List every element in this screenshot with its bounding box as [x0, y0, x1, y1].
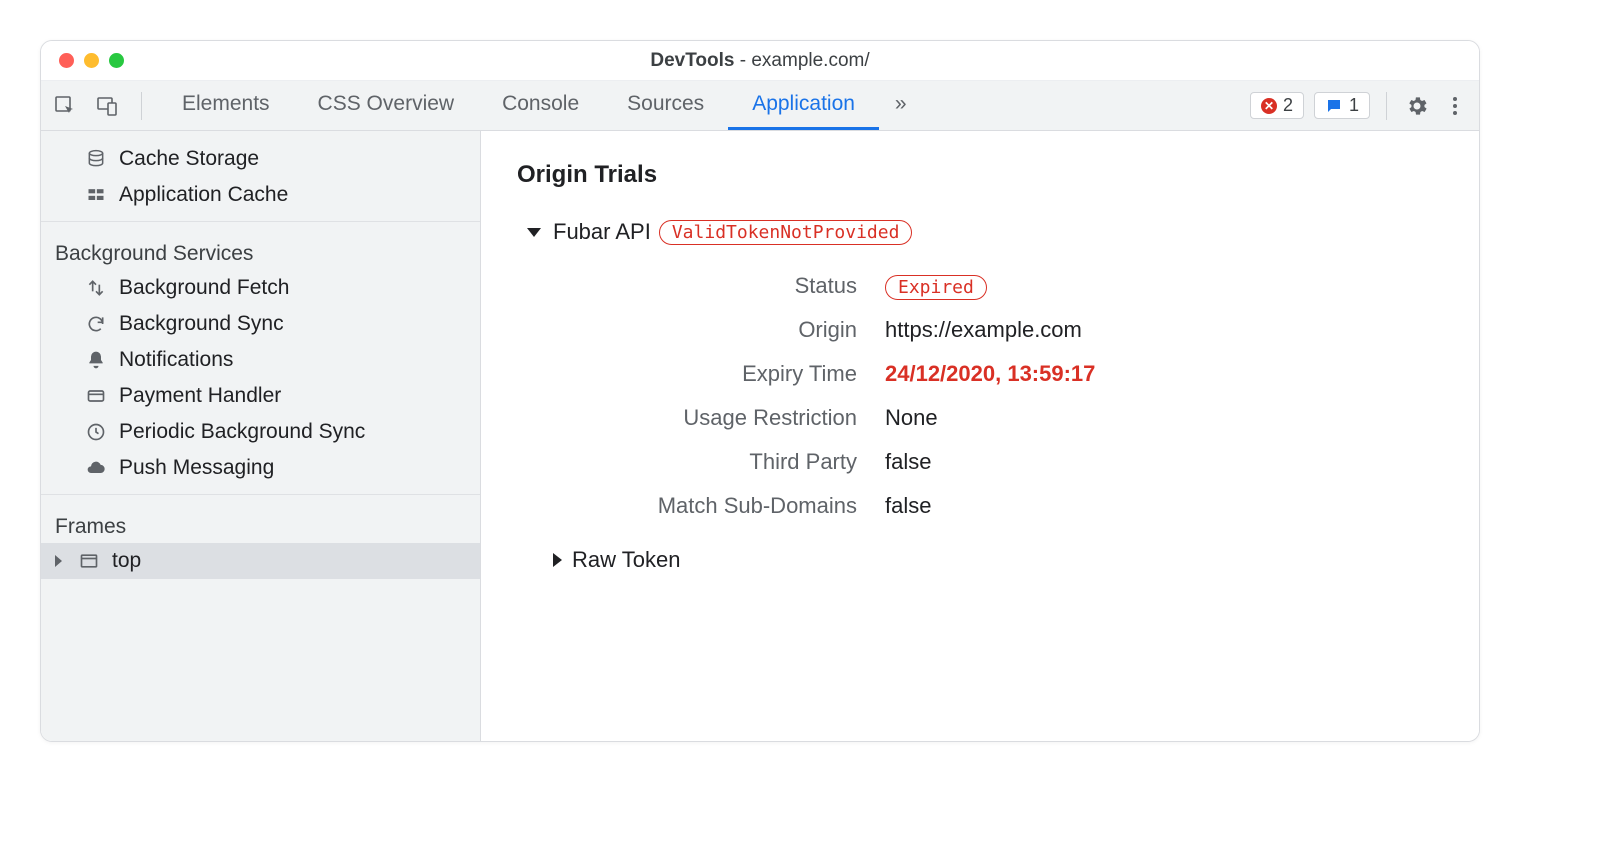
sidebar-item-frame-top[interactable]: top — [41, 543, 480, 579]
token-status-badge: ValidTokenNotProvided — [659, 220, 913, 245]
main-toolbar: Elements CSS Overview Console Sources Ap… — [41, 81, 1479, 131]
sync-icon — [85, 313, 107, 335]
sidebar-item-label: Notifications — [119, 348, 233, 372]
settings-icon[interactable] — [1403, 92, 1431, 120]
window-title-context: example.com/ — [751, 50, 869, 71]
raw-token-label: Raw Token — [572, 547, 680, 573]
sidebar-item-label: top — [112, 549, 141, 573]
message-icon — [1325, 97, 1343, 115]
window-title: DevTools - example.com/ — [41, 50, 1479, 72]
main-content: Origin Trials Fubar API ValidTokenNotPro… — [481, 131, 1479, 741]
sidebar-item-label: Push Messaging — [119, 456, 274, 480]
value-usage-restriction: None — [885, 405, 1443, 431]
panel-tabs: Elements CSS Overview Console Sources Ap… — [158, 81, 923, 130]
toolbar-divider — [141, 92, 142, 120]
disclosure-right-icon — [553, 553, 562, 567]
sidebar-item-label: Background Fetch — [119, 276, 289, 300]
page-title: Origin Trials — [517, 161, 1443, 189]
cloud-icon — [85, 457, 107, 479]
error-icon: ✕ — [1261, 98, 1277, 114]
device-toolbar-icon[interactable] — [93, 92, 121, 120]
sidebar-item-application-cache[interactable]: Application Cache — [41, 177, 480, 213]
status-badge: Expired — [885, 275, 987, 300]
sidebar-item-label: Periodic Background Sync — [119, 420, 365, 444]
sidebar-item-background-sync[interactable]: Background Sync — [41, 306, 480, 342]
label-match-sub-domains: Match Sub-Domains — [577, 493, 857, 519]
panel-body: Cache Storage Application Cache Backgrou… — [41, 131, 1479, 741]
grid-icon — [85, 184, 107, 206]
messages-badge[interactable]: 1 — [1314, 92, 1370, 119]
devtools-window: DevTools - example.com/ Elements CSS Ove… — [40, 40, 1480, 742]
messages-count: 1 — [1349, 95, 1359, 116]
titlebar: DevTools - example.com/ — [41, 41, 1479, 81]
sidebar-item-payment-handler[interactable]: Payment Handler — [41, 378, 480, 414]
label-third-party: Third Party — [577, 449, 857, 475]
errors-badge[interactable]: ✕ 2 — [1250, 92, 1304, 119]
tabs-overflow-button[interactable]: » — [879, 81, 923, 130]
application-sidebar: Cache Storage Application Cache Backgrou… — [41, 131, 481, 741]
sidebar-item-background-fetch[interactable]: Background Fetch — [41, 270, 480, 306]
value-expiry-time: 24/12/2020, 13:59:17 — [885, 361, 1443, 387]
close-window-button[interactable] — [59, 53, 74, 68]
sidebar-section-frames: Frames top — [41, 495, 480, 741]
sidebar-section-header: Frames — [41, 505, 480, 543]
database-icon — [85, 148, 107, 170]
value-third-party: false — [885, 449, 1443, 475]
bell-icon — [85, 349, 107, 371]
clock-icon — [85, 421, 107, 443]
tab-sources[interactable]: Sources — [603, 81, 728, 130]
frame-icon — [78, 550, 100, 572]
value-match-sub-domains: false — [885, 493, 1443, 519]
sidebar-item-label: Payment Handler — [119, 384, 281, 408]
transfer-icon — [85, 277, 107, 299]
errors-count: 2 — [1283, 95, 1293, 116]
value-status: Expired — [885, 273, 1443, 299]
sidebar-section-header: Background Services — [41, 232, 480, 270]
label-status: Status — [577, 273, 857, 299]
label-expiry-time: Expiry Time — [577, 361, 857, 387]
value-origin: https://example.com — [885, 317, 1443, 343]
inspect-element-icon[interactable] — [51, 92, 79, 120]
sidebar-item-periodic-background-sync[interactable]: Periodic Background Sync — [41, 414, 480, 450]
tab-console[interactable]: Console — [478, 81, 603, 130]
raw-token-row[interactable]: Raw Token — [553, 547, 1443, 573]
origin-trial-name: Fubar API — [553, 219, 651, 245]
sidebar-section-background-services: Background Services Background Fetch Bac… — [41, 222, 480, 495]
more-menu-icon[interactable] — [1441, 92, 1469, 120]
zoom-window-button[interactable] — [109, 53, 124, 68]
sidebar-item-label: Background Sync — [119, 312, 284, 336]
sidebar-section-cache: Cache Storage Application Cache — [41, 131, 480, 222]
tab-elements[interactable]: Elements — [158, 81, 294, 130]
label-usage-restriction: Usage Restriction — [577, 405, 857, 431]
sidebar-item-label: Application Cache — [119, 183, 288, 207]
sidebar-item-notifications[interactable]: Notifications — [41, 342, 480, 378]
tab-css-overview[interactable]: CSS Overview — [294, 81, 479, 130]
label-origin: Origin — [577, 317, 857, 343]
disclosure-right-icon — [55, 555, 62, 567]
sidebar-item-label: Cache Storage — [119, 147, 259, 171]
origin-trial-row[interactable]: Fubar API ValidTokenNotProvided — [527, 219, 1443, 245]
window-controls — [41, 53, 124, 68]
tab-application[interactable]: Application — [728, 81, 879, 130]
origin-trial-details: Status Expired Origin https://example.co… — [577, 273, 1443, 519]
credit-card-icon — [85, 385, 107, 407]
sidebar-item-cache-storage[interactable]: Cache Storage — [41, 141, 480, 177]
toolbar-divider — [1386, 92, 1387, 120]
window-title-app: DevTools — [650, 50, 734, 71]
disclosure-down-icon — [527, 228, 541, 237]
sidebar-item-push-messaging[interactable]: Push Messaging — [41, 450, 480, 486]
minimize-window-button[interactable] — [84, 53, 99, 68]
